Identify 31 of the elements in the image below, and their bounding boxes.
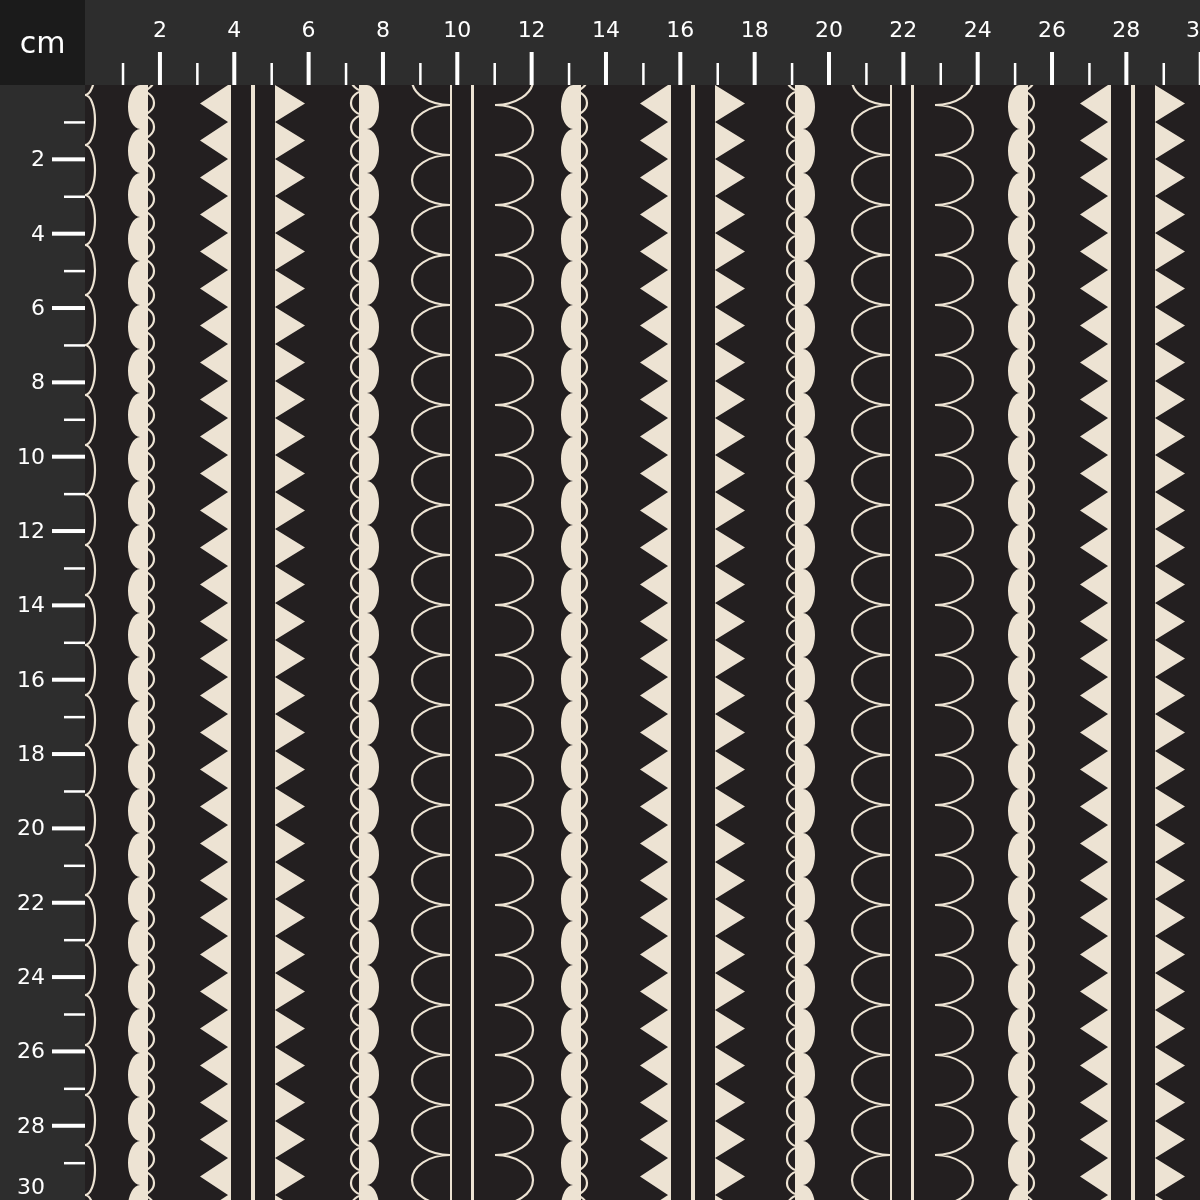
ruler-label: 22 xyxy=(889,17,918,43)
ruler-label: 30 xyxy=(17,1174,45,1200)
ruler-label: 16 xyxy=(666,17,695,43)
ruler-label: 26 xyxy=(1038,17,1066,43)
ruler-label: 6 xyxy=(301,17,316,43)
ruler-label: 8 xyxy=(31,369,45,396)
ruler-label: 28 xyxy=(17,1112,45,1139)
ruler-label: 20 xyxy=(815,17,843,43)
ruler-label: 4 xyxy=(227,17,242,43)
ruler-label: 14 xyxy=(591,17,620,43)
ruler-label: 26 xyxy=(17,1038,45,1065)
ruler-label: 10 xyxy=(17,443,45,470)
ruler-label: 12 xyxy=(517,17,546,43)
ruler-label: 12 xyxy=(17,518,45,545)
ruler-label: 18 xyxy=(740,17,769,43)
ruler-label: 14 xyxy=(17,592,45,619)
ruler-label: 2 xyxy=(31,146,45,173)
ruler-label: 24 xyxy=(963,17,992,43)
ruler-label: 4 xyxy=(31,220,45,247)
ruler-label: 16 xyxy=(17,666,45,693)
ruler-label: 18 xyxy=(17,741,45,768)
ruler-label: 28 xyxy=(1112,17,1141,43)
ruler-label: 3 xyxy=(1186,17,1200,43)
ruler-label: 10 xyxy=(443,17,472,43)
ruler-label: 24 xyxy=(17,964,45,991)
ruler-label: 22 xyxy=(17,889,45,916)
ruler-label: 2 xyxy=(152,17,167,43)
ruler-label: 8 xyxy=(375,17,390,43)
unit-label: cm xyxy=(19,25,66,60)
ruler-label: 20 xyxy=(17,815,45,842)
ruler-label: 6 xyxy=(31,295,45,321)
